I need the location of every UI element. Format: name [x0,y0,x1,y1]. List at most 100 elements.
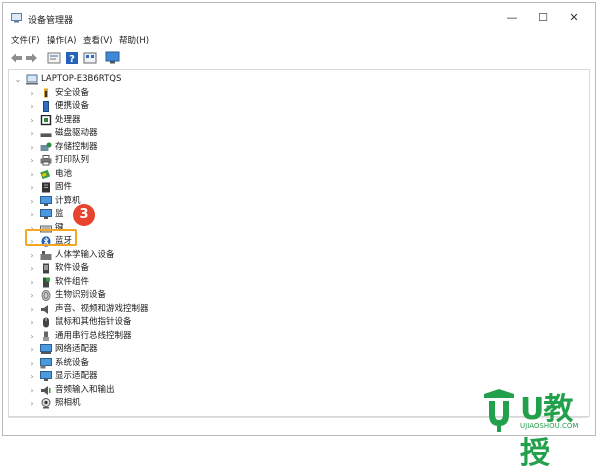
tree-item-label: 系统设备 [55,357,90,368]
tree-item-label: 照相机 [55,398,81,408]
tree-item[interactable]: › 系统设备 [9,357,589,370]
sound-icon [41,304,48,314]
tree-item[interactable]: › 计算机 [9,195,589,208]
usb-icon [43,331,49,341]
computer-icon [40,195,52,206]
tree-item[interactable]: › 键 [9,222,589,235]
disk-drive-icon [40,133,52,137]
tree-item[interactable]: › 电池 [9,168,589,181]
tree-item[interactable]: › 存储控制器 [9,141,589,154]
hid-icon [40,250,52,260]
chevron-right-icon[interactable]: › [28,100,36,113]
maximize-button[interactable]: ☐ [528,8,558,28]
monitor-icon[interactable] [105,51,120,65]
menu-help[interactable]: 帮助(H) [119,34,149,46]
camera-icon [41,398,51,409]
battery-icon [40,169,51,179]
chevron-right-icon[interactable]: › [28,343,36,356]
toolbar: ? [3,49,595,67]
chevron-right-icon[interactable]: › [28,208,36,221]
tree-item[interactable]: › 处理器 [9,114,589,127]
tree-item[interactable]: › 人体学输入设备 [9,249,589,262]
tree-item-label: 磁盘驱动器 [55,128,98,138]
tree-item-label: 人体学输入设备 [55,249,115,260]
chevron-right-icon[interactable]: › [28,303,36,316]
menu-bar: 文件(F) 操作(A) 查看(V) 帮助(H) [3,33,595,47]
chevron-right-icon[interactable]: › [28,195,36,208]
chevron-right-icon[interactable]: › [28,357,36,370]
back-arrow-icon[interactable] [10,51,23,65]
tree-item-label: 打印队列 [55,155,90,165]
chevron-right-icon[interactable]: › [28,249,36,262]
chevron-right-icon[interactable]: › [28,276,36,289]
tree-item-label: 便携设备 [55,101,90,111]
tree-item[interactable]: › 安全设备 [9,87,589,100]
forward-arrow-icon[interactable] [25,51,38,65]
software-component-icon [43,277,50,287]
watermark-logo-icon [484,389,514,432]
processor-icon [40,114,52,125]
tree-item[interactable]: › 磁盘驱动器 [9,127,589,140]
tree-root[interactable]: ⌄ LAPTOP-E3B6RTQS [9,73,589,86]
tree-item[interactable]: › 通用串行总线控制器 [9,330,589,343]
chevron-right-icon[interactable]: › [28,87,36,100]
tree-item[interactable]: › 鼠标和其他指针设备 [9,316,589,329]
tree-item[interactable]: › 便携设备 [9,100,589,113]
portable-device-icon [43,101,49,112]
svg-text:?: ? [69,54,75,65]
chevron-right-icon[interactable]: › [28,289,36,302]
display-adapter-icon [40,371,52,381]
tree-item[interactable]: › 声音、视频和游戏控制器 [9,303,589,316]
chevron-right-icon[interactable]: › [28,127,36,140]
tree-item-label: 软件设备 [55,263,90,273]
tree-item-label: 监 [55,209,64,219]
audio-io-icon [41,385,51,395]
view-icon[interactable] [83,51,97,65]
properties-icon[interactable] [47,51,61,65]
chevron-down-icon[interactable]: ⌄ [14,73,22,86]
tree-item-label: 显示适配器 [55,371,98,381]
close-button[interactable]: ✕ [559,8,589,28]
tree-item[interactable]: › 生物识别设备 [9,289,589,302]
chevron-right-icon[interactable]: › [28,181,36,194]
tree-item-label: 电池 [55,168,73,179]
tree-item[interactable]: › 监 [9,208,589,221]
device-manager-icon [11,13,22,23]
step-badge: 3 [73,204,95,226]
security-key-icon [44,88,48,97]
tree-item[interactable]: › 网络适配器 [9,343,589,356]
device-tree[interactable]: ⌄ LAPTOP-E3B6RTQS › 安全设备 › 便携设备 › 处理器 › … [8,69,590,417]
chevron-right-icon[interactable]: › [28,316,36,329]
help-icon[interactable]: ? [65,51,79,65]
chevron-right-icon[interactable]: › [28,384,36,397]
mouse-icon [43,317,49,328]
chevron-right-icon[interactable]: › [28,370,36,383]
firmware-icon [42,182,50,193]
chevron-right-icon[interactable]: › [28,330,36,343]
tree-item[interactable]: › 打印队列 [9,154,589,167]
tree-item[interactable]: › 软件设备 [9,262,589,275]
chevron-right-icon[interactable]: › [28,154,36,167]
chevron-right-icon[interactable]: › [28,168,36,181]
menu-view[interactable]: 查看(V) [83,34,112,46]
tree-item-label: 网络适配器 [55,344,98,354]
tree-item-label: 处理器 [55,114,81,125]
menu-action[interactable]: 操作(A) [47,34,76,46]
chevron-right-icon[interactable]: › [28,262,36,275]
chevron-right-icon[interactable]: › [28,397,36,410]
tree-item-label: 音频输入和输出 [55,384,115,395]
tree-item[interactable]: › 固件 [9,181,589,194]
chevron-right-icon[interactable]: › [28,114,36,127]
tree-item-label: 软件组件 [55,276,90,287]
tree-root-label: LAPTOP-E3B6RTQS [41,74,122,84]
chevron-right-icon[interactable]: › [28,141,36,154]
tree-item-label: 通用串行总线控制器 [55,330,132,341]
tree-item-bluetooth[interactable]: › 蓝牙 [9,235,589,248]
menu-file[interactable]: 文件(F) [11,34,40,46]
tree-item-label: 固件 [55,182,73,192]
minimize-button[interactable]: — [497,8,527,28]
bluetooth-highlight-box [25,229,77,246]
tree-item-label: 鼠标和其他指针设备 [55,317,132,327]
tree-item[interactable]: › 软件组件 [9,276,589,289]
computer-root-icon [26,74,38,85]
